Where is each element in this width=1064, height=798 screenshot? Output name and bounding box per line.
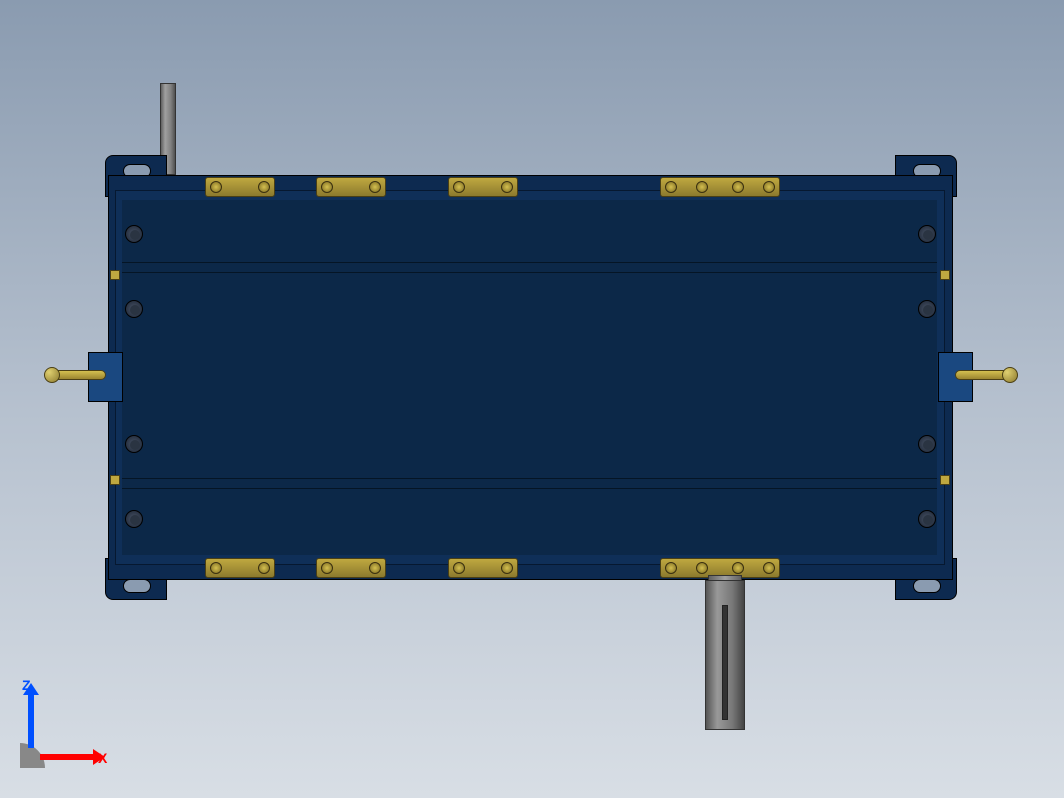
bolt-icon	[665, 562, 677, 574]
bolt-icon	[210, 562, 222, 574]
cap-plug-wide	[660, 177, 780, 197]
seam-line	[122, 272, 937, 273]
tab-accent	[110, 475, 120, 485]
bolt-icon	[369, 562, 381, 574]
bolt	[125, 225, 143, 243]
bolt	[918, 300, 936, 318]
slot-hole	[123, 579, 151, 593]
bolt-icon	[696, 181, 708, 193]
cap-plug	[448, 177, 518, 197]
x-axis-icon	[40, 754, 95, 760]
bolt	[125, 300, 143, 318]
housing-front-face	[122, 200, 937, 555]
seam-line	[122, 488, 937, 489]
bolt-icon	[321, 562, 333, 574]
bolt	[125, 435, 143, 453]
bolt-icon	[453, 181, 465, 193]
bolt-icon	[763, 562, 775, 574]
cap-plug	[205, 558, 275, 578]
bolt-icon	[258, 181, 270, 193]
bolt-icon	[321, 181, 333, 193]
z-axis-icon	[28, 693, 34, 748]
cap-plug	[316, 558, 386, 578]
tab-accent	[110, 270, 120, 280]
cap-plug	[205, 177, 275, 197]
tab-accent	[940, 270, 950, 280]
bolt-icon	[501, 562, 513, 574]
seam-line	[122, 262, 937, 263]
seam-line	[122, 478, 937, 479]
bolt-icon	[501, 181, 513, 193]
bolt-icon	[665, 181, 677, 193]
bolt-icon	[763, 181, 775, 193]
bolt-icon	[732, 562, 744, 574]
bolt	[918, 225, 936, 243]
z-axis-label: Z	[22, 677, 31, 693]
bolt-icon	[696, 562, 708, 574]
lug-ball	[44, 367, 60, 383]
cap-plug	[316, 177, 386, 197]
bolt-icon	[453, 562, 465, 574]
x-axis-label: X	[98, 750, 107, 766]
lug-ball	[1002, 367, 1018, 383]
bolt	[125, 510, 143, 528]
bolt	[918, 435, 936, 453]
bolt	[918, 510, 936, 528]
slot-hole	[913, 579, 941, 593]
shaft-keyway	[722, 605, 728, 720]
tab-accent	[940, 475, 950, 485]
bolt-icon	[210, 181, 222, 193]
cap-plug	[448, 558, 518, 578]
bolt-icon	[369, 181, 381, 193]
bolt-icon	[732, 181, 744, 193]
bolt-icon	[258, 562, 270, 574]
coordinate-triad[interactable]: Z X	[20, 678, 110, 768]
cad-viewport[interactable]: Z X	[0, 0, 1064, 798]
